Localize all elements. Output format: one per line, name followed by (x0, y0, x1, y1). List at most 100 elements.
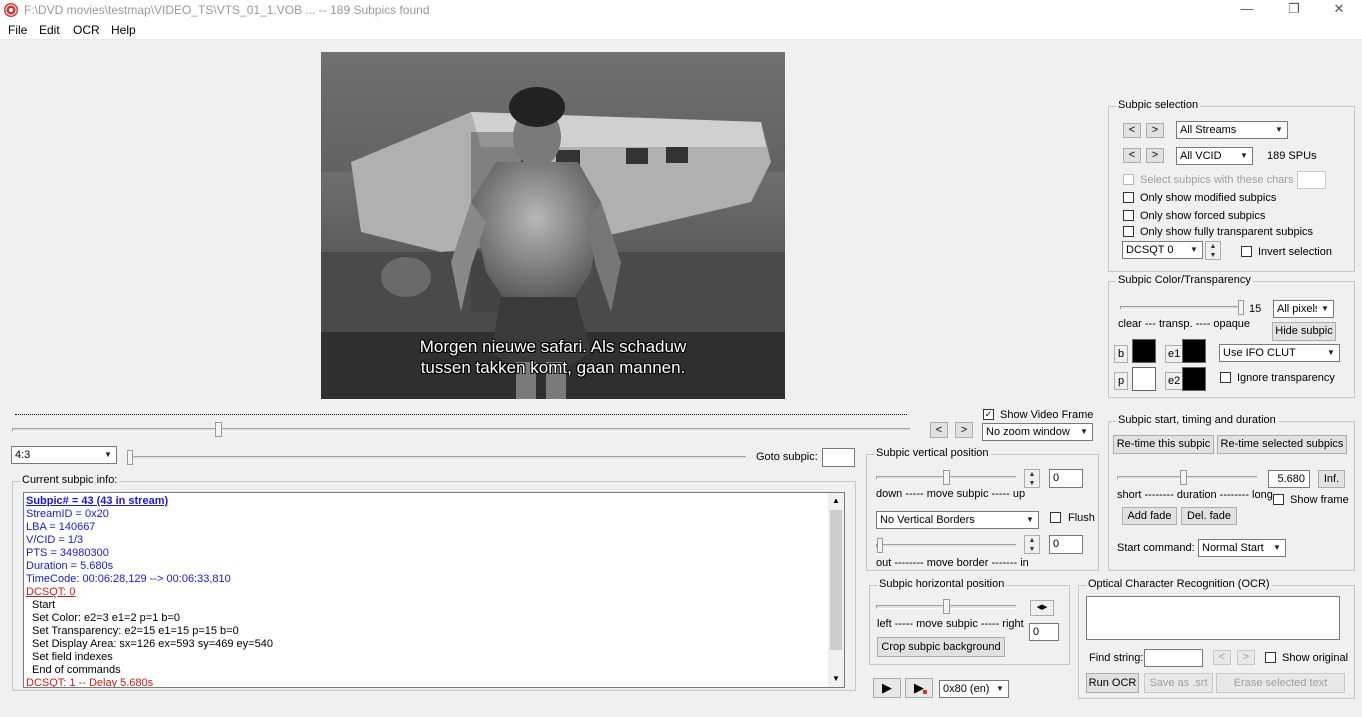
del-fade-button[interactable]: Del. fade (1181, 507, 1237, 525)
info-scrollbar[interactable]: ▲ ▼ (828, 493, 844, 687)
transparency-value: 15 (1249, 303, 1262, 315)
subpic-next-button[interactable]: > (955, 422, 973, 438)
vcid-next-button[interactable]: > (1146, 148, 1164, 163)
border-move-thumb[interactable] (877, 538, 883, 553)
video-frame: Morgen nieuwe safari. Als schaduw tussen… (321, 52, 785, 399)
ignore-transparency-checkbox[interactable] (1220, 372, 1231, 383)
zoom-thumb[interactable] (127, 450, 133, 465)
transparency-track[interactable] (1120, 306, 1244, 310)
duration-track[interactable] (1117, 476, 1257, 480)
vertical-borders-value: No Vertical Borders (880, 514, 975, 526)
dcsqt-spinner[interactable]: ▲ ▼ (1205, 241, 1221, 260)
spin-down-icon[interactable]: ▼ (1025, 479, 1039, 488)
play-frame-button[interactable]: ▶ (905, 678, 933, 698)
menu-bar: File Edit OCR Help (0, 20, 1362, 40)
pixels-combo[interactable]: All pixels ▼ (1273, 300, 1334, 318)
vcid-combo[interactable]: All VCID ▼ (1176, 147, 1253, 165)
color-p-label: p (1114, 372, 1129, 390)
color-e2-swatch[interactable] (1182, 367, 1206, 391)
stream-prev-button[interactable]: < (1123, 123, 1141, 138)
transparency-thumb[interactable] (1238, 300, 1244, 315)
language-combo[interactable]: 0x80 (en) ▼ (939, 680, 1009, 698)
vertical-move-spinner[interactable]: ▲ ▼ (1024, 469, 1040, 488)
ocr-text-area[interactable] (1086, 596, 1340, 640)
spin-right-icon[interactable]: ▶ (1042, 604, 1047, 611)
flush-checkbox[interactable] (1050, 512, 1061, 523)
current-subpic-info-label: Current subpic info: (20, 474, 120, 486)
crop-subpic-background-button[interactable]: Crop subpic background (877, 637, 1005, 657)
duration-input[interactable]: 5.680 (1268, 470, 1310, 488)
vertical-move-input[interactable]: 0 (1049, 469, 1083, 488)
zoom-track[interactable] (128, 456, 746, 460)
info-line: LBA = 140667 (26, 521, 96, 533)
play-button[interactable]: ▶ (873, 678, 901, 698)
dcsqt-combo[interactable]: DCSQT 0 ▼ (1122, 241, 1203, 259)
show-video-frame-checkbox[interactable]: ✓ (983, 409, 994, 420)
find-prev-button[interactable]: < (1213, 650, 1231, 665)
menu-file[interactable]: File (8, 23, 27, 37)
color-e1-swatch[interactable] (1182, 339, 1206, 363)
show-frame-label: Show frame (1290, 494, 1349, 506)
subpic-info-lines: Subpic# = 43 (43 in stream) StreamID = 0… (26, 495, 826, 688)
border-move-track[interactable] (876, 544, 1016, 548)
maximize-button[interactable]: ❐ (1271, 0, 1317, 20)
add-fade-button[interactable]: Add fade (1122, 507, 1177, 525)
select-chars-checkbox[interactable] (1123, 174, 1134, 185)
border-move-input[interactable]: 0 (1049, 535, 1083, 554)
subpic-info-textbox[interactable]: Subpic# = 43 (43 in stream) StreamID = 0… (23, 492, 845, 688)
vertical-borders-combo[interactable]: No Vertical Borders ▼ (876, 511, 1039, 529)
zoom-window-combo[interactable]: No zoom window ▼ (982, 423, 1093, 441)
inf-button[interactable]: Inf. (1318, 470, 1345, 488)
dcsqt-value: DCSQT 0 (1126, 244, 1174, 256)
horizontal-move-spinner[interactable]: ◀▶ (1030, 600, 1054, 616)
invert-selection-checkbox[interactable] (1241, 246, 1252, 257)
info-line: DCSQT: 1 -- Delay 5.680s (26, 677, 154, 688)
goto-subpic-input[interactable] (822, 448, 855, 467)
seek-track[interactable] (12, 428, 910, 432)
horizontal-move-thumb[interactable] (943, 599, 950, 614)
find-string-input[interactable] (1144, 649, 1203, 667)
vcid-prev-button[interactable]: < (1123, 148, 1141, 163)
only-modified-checkbox[interactable] (1123, 192, 1134, 203)
subpic-prev-button[interactable]: < (930, 422, 948, 438)
retime-selected-button[interactable]: Re-time selected subpics (1217, 435, 1347, 454)
spin-up-icon[interactable]: ▲ (1025, 536, 1039, 545)
retime-subpic-button[interactable]: Re-time this subpic (1113, 435, 1214, 454)
start-command-combo[interactable]: Normal Start ▼ (1198, 539, 1286, 557)
vertical-move-thumb[interactable] (943, 470, 950, 485)
minimize-button[interactable]: — (1224, 0, 1270, 20)
scroll-thumb[interactable] (830, 510, 842, 650)
only-forced-checkbox[interactable] (1123, 210, 1134, 221)
scroll-up-icon[interactable]: ▲ (828, 493, 844, 509)
select-chars-input[interactable] (1297, 171, 1326, 189)
find-next-button[interactable]: > (1237, 650, 1255, 665)
erase-selected-text-button[interactable]: Erase selected text (1216, 673, 1345, 693)
show-original-checkbox[interactable] (1265, 652, 1276, 663)
stream-next-button[interactable]: > (1146, 123, 1164, 138)
color-p-swatch[interactable] (1132, 367, 1156, 391)
hide-subpic-button[interactable]: Hide subpic (1272, 322, 1336, 341)
save-srt-button[interactable]: Save as .srt (1144, 673, 1213, 693)
menu-ocr[interactable]: OCR (73, 23, 100, 37)
run-ocr-button[interactable]: Run OCR (1086, 673, 1139, 693)
horizontal-move-input[interactable]: 0 (1029, 623, 1059, 641)
scroll-down-icon[interactable]: ▼ (828, 671, 844, 687)
aspect-ratio-combo[interactable]: 4:3 ▼ (11, 446, 117, 464)
streams-combo[interactable]: All Streams ▼ (1176, 121, 1288, 139)
color-b-swatch[interactable] (1132, 339, 1156, 363)
border-move-spinner[interactable]: ▲ ▼ (1024, 535, 1040, 554)
spin-down-icon[interactable]: ▼ (1206, 251, 1220, 260)
spin-down-icon[interactable]: ▼ (1025, 545, 1039, 554)
spin-up-icon[interactable]: ▲ (1206, 242, 1220, 251)
menu-edit[interactable]: Edit (39, 23, 60, 37)
clut-combo[interactable]: Use IFO CLUT ▼ (1219, 344, 1340, 362)
close-button[interactable]: ✕ (1316, 0, 1362, 20)
menu-help[interactable]: Help (111, 23, 136, 37)
horizontal-move-scale-label: left ----- move subpic ----- right (877, 618, 1024, 630)
goto-subpic-label: Goto subpic: (756, 451, 818, 463)
seek-thumb[interactable] (215, 422, 222, 437)
show-frame-checkbox[interactable] (1273, 494, 1284, 505)
only-transparent-checkbox[interactable] (1123, 226, 1134, 237)
duration-thumb[interactable] (1180, 470, 1187, 485)
spin-up-icon[interactable]: ▲ (1025, 470, 1039, 479)
